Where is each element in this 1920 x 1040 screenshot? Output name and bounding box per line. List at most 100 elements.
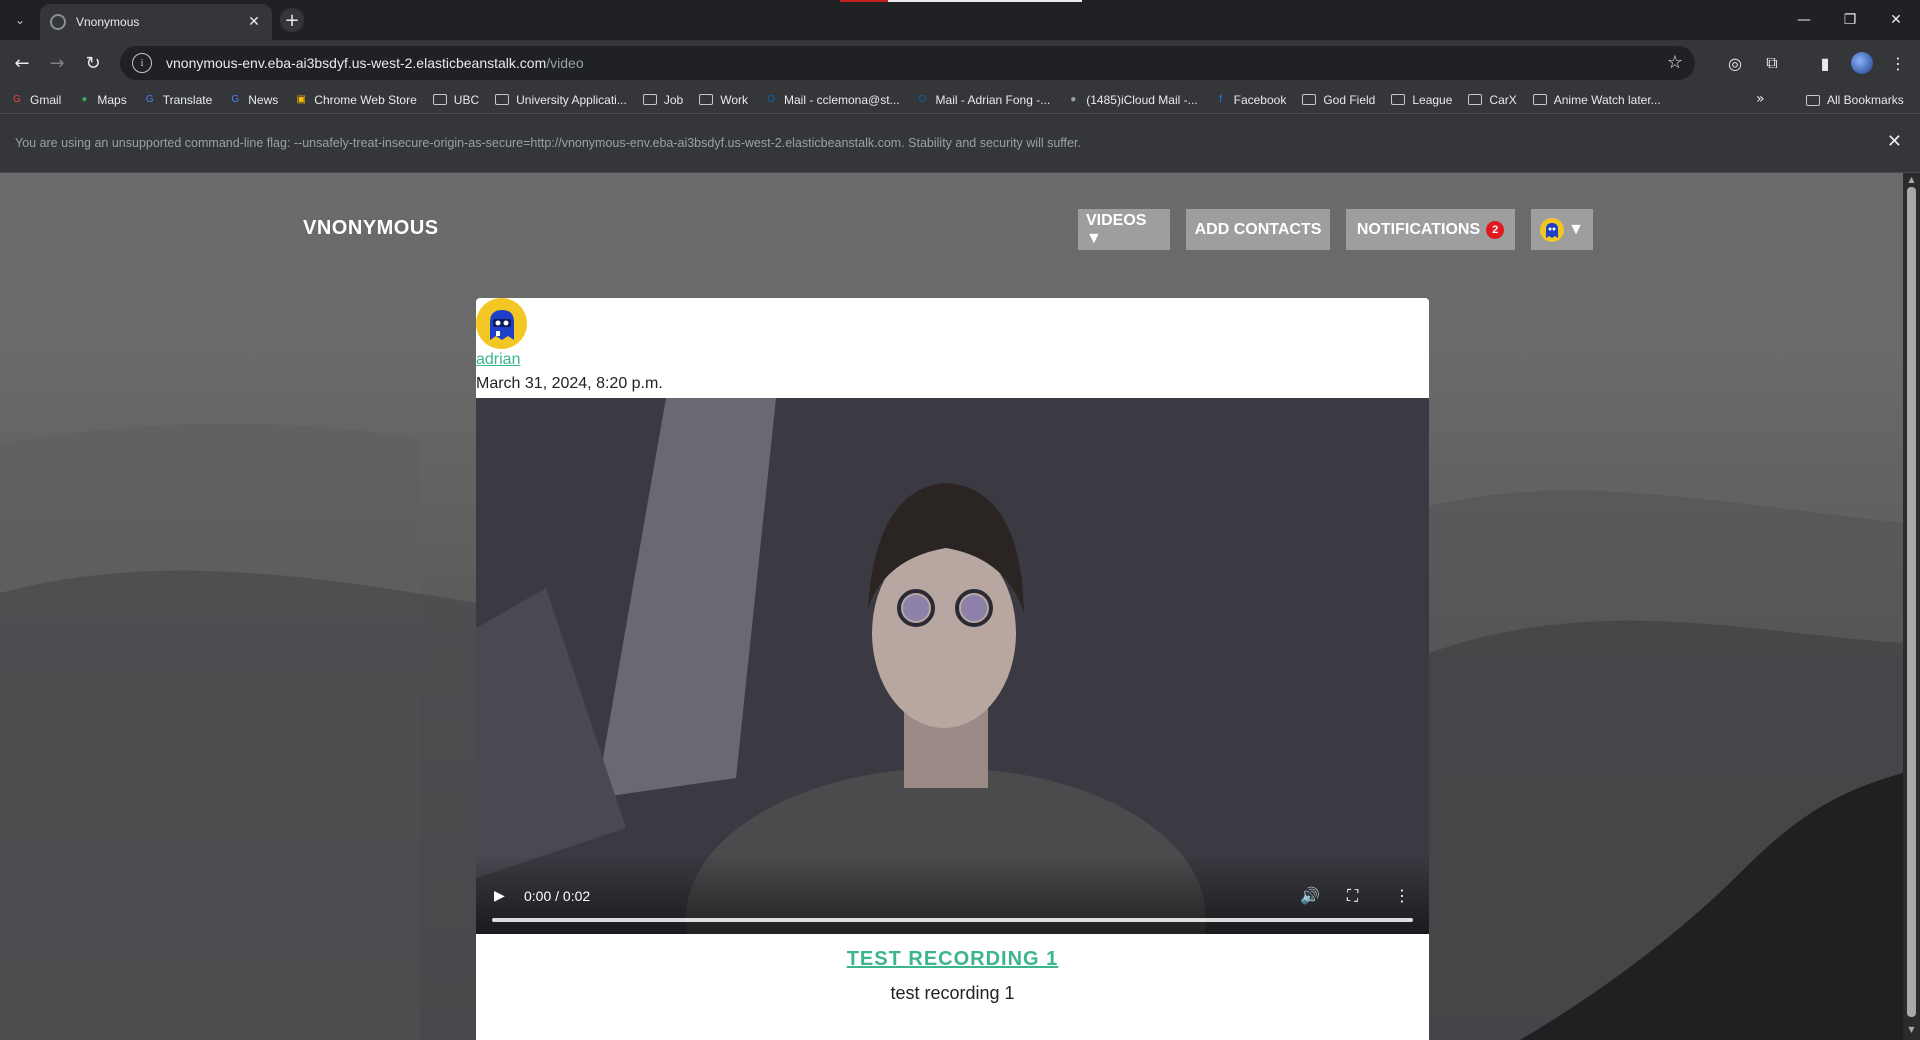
outlook-icon: O [767, 94, 775, 105]
folder-icon [432, 94, 447, 105]
bookmark-label: University Applicati... [516, 92, 627, 107]
scroll-down-icon[interactable]: ▼ [1907, 1025, 1916, 1034]
bookmark-item[interactable]: G Gmail [10, 93, 61, 107]
folder-icon [1532, 94, 1547, 105]
address-bar[interactable]: i vnonymous-env.eba-ai3bsdyf.us-west-2.e… [120, 46, 1695, 80]
tab-title: Vnonymous [76, 15, 140, 29]
warning-infobar: You are using an unsupported command-lin… [0, 114, 1920, 173]
bookmark-label: Facebook [1233, 92, 1287, 107]
video-title-link[interactable]: TEST RECORDING 1 [476, 948, 1429, 971]
browser-toolbar: ← → ↻ i vnonymous-env.eba-ai3bsdyf.us-we… [0, 40, 1920, 86]
video-player[interactable]: ▶ 0:00 / 0:02 🔊 ⛶ ⋮ [476, 398, 1429, 934]
bookmark-item[interactable]: ● Maps [77, 93, 126, 107]
scroll-up-icon[interactable]: ▲ [1907, 175, 1916, 184]
extensions-icon[interactable]: ⧉ [1758, 49, 1786, 77]
folder-icon [1391, 94, 1406, 105]
bookmark-label: Mail - Adrian Fong -... [935, 92, 1051, 107]
add-contacts-button[interactable]: ADD CONTACTS [1186, 209, 1330, 250]
bookmark-label: Maps [97, 92, 127, 107]
folder-icon [1468, 94, 1483, 105]
volume-icon[interactable]: 🔊 [1300, 886, 1320, 905]
loading-strip-white [888, 0, 1082, 2]
bookmark-item[interactable]: League [1391, 93, 1452, 107]
bookmark-item[interactable]: f Facebook [1214, 92, 1287, 107]
bookmark-label: News [248, 92, 279, 107]
profile-menu-button[interactable]: ▼ [1531, 209, 1593, 250]
page-scrollbar[interactable]: ▲ ▼ [1903, 173, 1920, 1040]
url-host: vnonymous-env.eba-ai3bsdyf.us-west-2.ela… [166, 55, 547, 71]
globe-icon [50, 14, 66, 30]
video-post-card: adrian March 31, 2024, 8:20 p.m. ▶ 0:00 … [476, 298, 1429, 1040]
more-options-icon[interactable]: ⋮ [1394, 886, 1410, 905]
bookmark-item[interactable]: University Applicati... [495, 93, 627, 107]
site-info-icon[interactable]: i [132, 53, 152, 73]
gmail-icon: G [13, 94, 21, 105]
fullscreen-icon[interactable]: ⛶ [1347, 886, 1358, 906]
bookmarks-overflow-icon[interactable]: » [1756, 91, 1765, 107]
bookmark-star-icon[interactable]: ☆ [1667, 52, 1683, 73]
folder-icon [1302, 94, 1317, 105]
bookmark-label: UBC [453, 92, 480, 107]
author-avatar[interactable] [476, 298, 527, 349]
bookmark-item[interactable]: God Field [1302, 93, 1375, 107]
maps-icon: ● [81, 94, 88, 105]
notifications-button[interactable]: NOTIFICATIONS 2 [1346, 209, 1515, 250]
video-controls: ▶ 0:00 / 0:02 🔊 ⛶ ⋮ [476, 854, 1429, 934]
page-viewport: VNONYMOUS VIDEOS ▼ ADD CONTACTS NOTIFICA… [0, 173, 1903, 1040]
apple-icon: ● [1070, 94, 1077, 105]
author-link[interactable]: adrian [476, 351, 520, 369]
bookmark-item[interactable]: Anime Watch later... [1532, 92, 1661, 107]
reload-icon[interactable]: ↻ [77, 47, 109, 79]
bookmark-item[interactable]: O Mail - Adrian Fong -... [916, 93, 1051, 107]
incognito-extension-icon[interactable]: ◎ [1721, 49, 1749, 77]
bookmark-item[interactable]: Job [642, 93, 683, 107]
forward-icon[interactable]: → [41, 47, 73, 79]
side-panel-icon[interactable]: ▮ [1811, 49, 1839, 77]
bookmark-item[interactable]: G News [228, 93, 278, 107]
bookmark-label: Work [720, 92, 748, 107]
folder-icon [642, 94, 657, 105]
restore-icon[interactable]: ❐ [1827, 0, 1873, 40]
infobar-close-icon[interactable]: ✕ [1887, 131, 1902, 152]
bookmark-item[interactable]: Work [699, 93, 748, 107]
seek-bar[interactable] [492, 918, 1413, 922]
bookmark-item[interactable]: UBC [432, 92, 480, 107]
tab-search-icon[interactable]: ⌄ [8, 8, 32, 32]
bookmark-item[interactable]: G Translate [143, 92, 213, 107]
site-logo[interactable]: VNONYMOUS [303, 217, 439, 240]
bookmark-label: (1485)iCloud Mail -... [1086, 92, 1198, 107]
bookmark-label: God Field [1323, 92, 1376, 107]
profile-caret-icon: ▼ [1568, 220, 1584, 238]
back-icon[interactable]: ← [6, 47, 38, 79]
menu-kebab-icon[interactable]: ⋮ [1884, 49, 1912, 77]
video-description: test recording 1 [890, 983, 1015, 1003]
infobar-message: You are using an unsupported command-lin… [15, 136, 1081, 150]
folder-icon [1806, 94, 1820, 106]
all-bookmarks[interactable]: All Bookmarks [1806, 93, 1904, 107]
close-tab-icon[interactable]: ✕ [246, 14, 262, 30]
scroll-thumb[interactable] [1907, 187, 1916, 1017]
close-window-icon[interactable]: ✕ [1873, 0, 1919, 40]
bookmark-label: Chrome Web Store [314, 92, 417, 107]
new-tab-button[interactable]: + [280, 8, 304, 32]
bookmark-label: Translate [162, 92, 213, 107]
bookmark-item[interactable]: ● (1485)iCloud Mail -... [1066, 93, 1197, 107]
minimize-icon[interactable]: — [1781, 0, 1827, 40]
bookmark-label: League [1412, 92, 1453, 107]
ghost-avatar-icon [1546, 222, 1559, 238]
loading-strip-red [840, 0, 888, 2]
bookmark-item[interactable]: CarX [1468, 92, 1517, 107]
bookmarks-bar: G Gmail ● Maps G Translate G News ▣ Chrome Web St… [0, 86, 1920, 114]
url-path: /video [546, 55, 584, 71]
bookmark-item[interactable]: O Mail - cclemona@st... [764, 93, 899, 107]
profile-icon[interactable] [1848, 49, 1876, 77]
site-navbar: VNONYMOUS VIDEOS ▼ ADD CONTACTS NOTIFICA… [0, 173, 1903, 259]
bookmark-label: CarX [1489, 92, 1517, 107]
translate-icon: G [145, 94, 154, 105]
webstore-icon: ▣ [296, 94, 306, 105]
bookmark-label: Anime Watch later... [1553, 92, 1661, 107]
videos-menu-button[interactable]: VIDEOS ▼ [1078, 209, 1170, 250]
play-icon[interactable]: ▶ [494, 888, 505, 904]
tab-vnonymous[interactable]: Vnonymous ✕ [40, 4, 272, 40]
bookmark-item[interactable]: ▣ Chrome Web Store [294, 93, 417, 107]
